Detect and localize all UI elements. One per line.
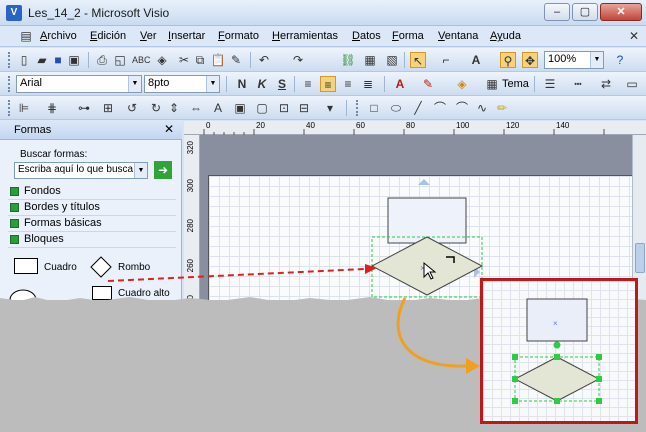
drag-arrowhead-icon [365,264,377,274]
selection-handle [512,398,518,404]
selection-handle [554,354,560,360]
zoom-arrowhead-icon [466,358,480,374]
dashed-drag-arrow [107,268,366,282]
center-mark: × [553,319,558,328]
selection-handle [596,376,602,382]
zoom-arrow [396,297,467,368]
selection-handle [554,398,560,404]
selection-handle [512,376,518,382]
selection-handle [512,354,518,360]
zoom-inset: × [480,278,638,424]
rotation-handle [553,341,561,349]
selection-handle [596,354,602,360]
zoom-shapes: × [512,298,602,404]
selection-handle [596,398,602,404]
zoomed-rombo-shape [513,356,601,402]
